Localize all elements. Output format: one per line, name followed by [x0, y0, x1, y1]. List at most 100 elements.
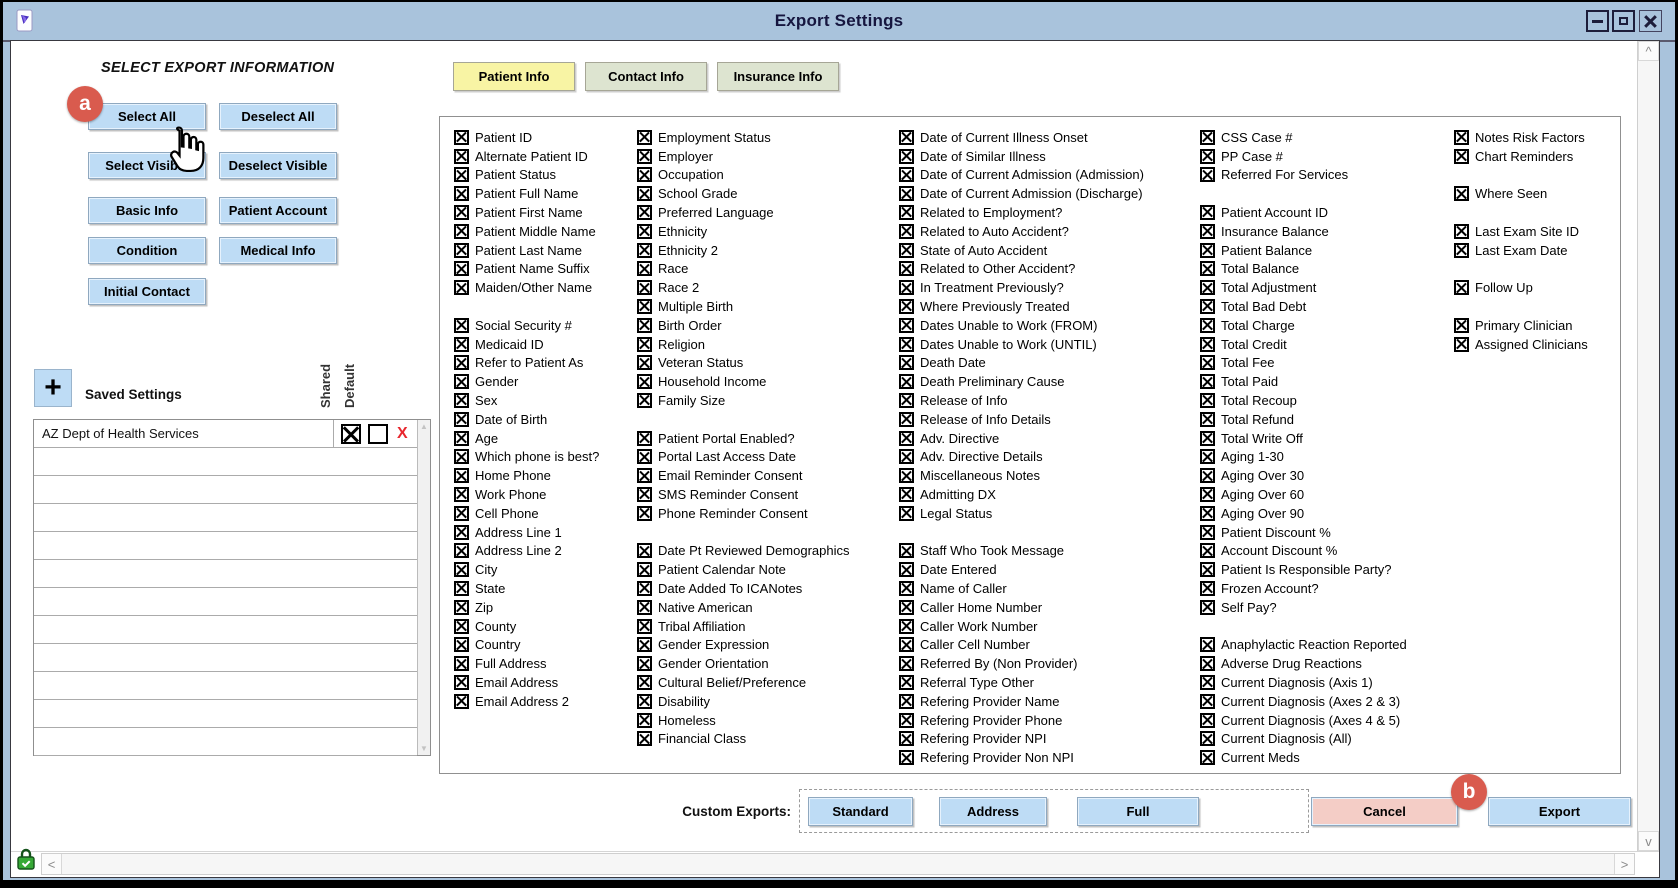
export-field-item[interactable]: Email Address — [454, 673, 599, 692]
export-field-item[interactable]: Adv. Directive Details — [899, 448, 1144, 467]
export-field-item[interactable]: Total Balance — [1200, 260, 1407, 279]
checked-checkbox[interactable] — [454, 487, 469, 503]
checked-checkbox[interactable] — [899, 317, 914, 333]
export-field-item[interactable]: Financial Class — [637, 730, 849, 749]
export-field-item[interactable]: Date Added To ICANotes — [637, 579, 849, 598]
checked-checkbox[interactable] — [899, 355, 914, 371]
checked-checkbox[interactable] — [637, 317, 652, 333]
export-field-item[interactable]: Patient Portal Enabled? — [637, 429, 849, 448]
checked-checkbox[interactable] — [637, 505, 652, 521]
export-field-item[interactable]: State of Auto Accident — [899, 241, 1144, 260]
export-field-item[interactable]: Medicaid ID — [454, 335, 599, 354]
export-field-item[interactable]: Anaphylactic Reaction Reported — [1200, 636, 1407, 655]
checked-checkbox[interactable] — [1200, 581, 1215, 597]
export-field-item[interactable]: Total Paid — [1200, 372, 1407, 391]
export-field-item[interactable]: Family Size — [637, 391, 849, 410]
checked-checkbox[interactable] — [899, 242, 914, 258]
full-export-button[interactable]: Full — [1077, 797, 1199, 826]
delete-saved-setting-button[interactable]: X — [397, 425, 408, 442]
checked-checkbox[interactable] — [637, 299, 652, 315]
export-field-item[interactable]: Last Exam Date — [1454, 241, 1588, 260]
export-field-item[interactable]: Tribal Affiliation — [637, 617, 849, 636]
checked-checkbox[interactable] — [637, 656, 652, 672]
export-field-item[interactable]: In Treatment Previously? — [899, 278, 1144, 297]
export-field-item[interactable]: Multiple Birth — [637, 297, 849, 316]
export-field-item[interactable]: Patient Discount % — [1200, 523, 1407, 542]
export-field-item[interactable]: Refering Provider Phone — [899, 711, 1144, 730]
checked-checkbox[interactable] — [1200, 487, 1215, 503]
export-field-item[interactable]: Occupation — [637, 166, 849, 185]
checked-checkbox[interactable] — [1454, 336, 1469, 352]
export-field-item[interactable]: CSS Case # — [1200, 128, 1407, 147]
checked-checkbox[interactable] — [899, 223, 914, 239]
checked-checkbox[interactable] — [454, 355, 469, 371]
checked-checkbox[interactable] — [1200, 637, 1215, 653]
checked-checkbox[interactable] — [1454, 186, 1469, 202]
export-field-item[interactable]: Patient Calendar Note — [637, 560, 849, 579]
checked-checkbox[interactable] — [1200, 411, 1215, 427]
add-saved-setting-button[interactable]: + — [34, 369, 72, 407]
checked-checkbox[interactable] — [899, 393, 914, 409]
export-field-item[interactable]: Veteran Status — [637, 354, 849, 373]
export-field-item[interactable]: Disability — [637, 692, 849, 711]
saved-setting-row[interactable]: AZ Dept of Health Services X — [34, 420, 417, 448]
export-field-item[interactable]: Full Address — [454, 654, 599, 673]
checked-checkbox[interactable] — [454, 148, 469, 164]
checked-checkbox[interactable] — [899, 468, 914, 484]
export-field-item[interactable]: Patient Balance — [1200, 241, 1407, 260]
export-field-item[interactable]: Follow Up — [1454, 278, 1588, 297]
checked-checkbox[interactable] — [454, 129, 469, 145]
checked-checkbox[interactable] — [637, 261, 652, 277]
export-field-item[interactable]: Gender — [454, 372, 599, 391]
checked-checkbox[interactable] — [454, 242, 469, 258]
export-field-item[interactable]: Caller Work Number — [899, 617, 1144, 636]
export-field-item[interactable]: Total Recoup — [1200, 391, 1407, 410]
checked-checkbox[interactable] — [454, 317, 469, 333]
checked-checkbox[interactable] — [454, 186, 469, 202]
export-selection-button[interactable]: Medical Info — [219, 237, 337, 264]
export-field-item[interactable]: Ethnicity 2 — [637, 241, 849, 260]
export-field-item[interactable]: Maiden/Other Name — [454, 278, 599, 297]
export-field-item[interactable]: Sex — [454, 391, 599, 410]
empty-saved-setting-row[interactable] — [34, 672, 417, 700]
export-field-item[interactable]: Current Diagnosis (Axes 2 & 3) — [1200, 692, 1407, 711]
export-field-item[interactable]: Employer — [637, 147, 849, 166]
checked-checkbox[interactable] — [1200, 430, 1215, 446]
export-selection-button[interactable]: Basic Info — [88, 197, 206, 224]
export-selection-button[interactable]: Deselect All — [219, 103, 337, 130]
checked-checkbox[interactable] — [899, 430, 914, 446]
export-field-item[interactable]: Date of Similar Illness — [899, 147, 1144, 166]
checked-checkbox[interactable] — [1200, 562, 1215, 578]
checked-checkbox[interactable] — [899, 731, 914, 747]
checked-checkbox[interactable] — [1200, 167, 1215, 183]
export-field-item[interactable]: Adverse Drug Reactions — [1200, 654, 1407, 673]
checked-checkbox[interactable] — [454, 656, 469, 672]
checked-checkbox[interactable] — [899, 599, 914, 615]
export-field-item[interactable]: Household Income — [637, 372, 849, 391]
category-tab[interactable]: Contact Info — [585, 62, 707, 91]
checked-checkbox[interactable] — [454, 693, 469, 709]
checked-checkbox[interactable] — [899, 562, 914, 578]
export-field-item[interactable]: Current Diagnosis (All) — [1200, 730, 1407, 749]
checked-checkbox[interactable] — [899, 374, 914, 390]
export-field-item[interactable]: Referral Type Other — [899, 673, 1144, 692]
checked-checkbox[interactable] — [637, 562, 652, 578]
checked-checkbox[interactable] — [1454, 129, 1469, 145]
checked-checkbox[interactable] — [637, 355, 652, 371]
maximize-button[interactable] — [1612, 10, 1635, 32]
checked-checkbox[interactable] — [637, 712, 652, 728]
export-field-item[interactable]: Date of Current Admission (Admission) — [899, 166, 1144, 185]
export-field-item[interactable]: Zip — [454, 598, 599, 617]
checked-checkbox[interactable] — [1200, 374, 1215, 390]
checked-checkbox[interactable] — [454, 675, 469, 690]
scroll-down-icon[interactable]: ▼ — [418, 744, 430, 753]
export-field-item[interactable]: Chart Reminders — [1454, 147, 1588, 166]
titlebar[interactable]: Export Settings — [3, 2, 1675, 42]
export-field-item[interactable]: Date of Current Illness Onset — [899, 128, 1144, 147]
checked-checkbox[interactable] — [899, 505, 914, 521]
checked-checkbox[interactable] — [899, 449, 914, 465]
checked-checkbox[interactable] — [899, 637, 914, 653]
checked-checkbox[interactable] — [454, 468, 469, 484]
export-field-item[interactable]: Dates Unable to Work (FROM) — [899, 316, 1144, 335]
export-field-item[interactable]: Self Pay? — [1200, 598, 1407, 617]
